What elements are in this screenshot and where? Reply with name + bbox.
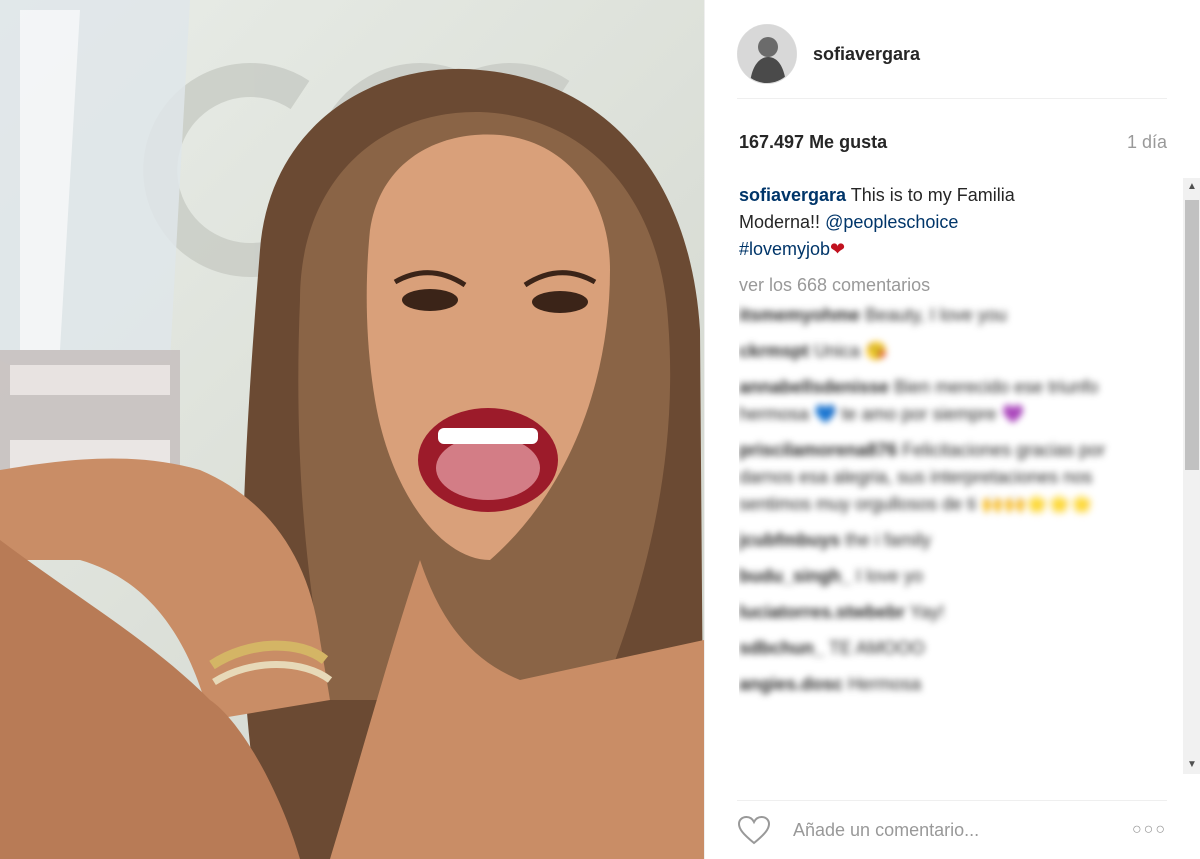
heart-emoji: ❤ [830,239,846,259]
list-item: priscilamorena876 Felicitaciones gracias… [739,437,1139,518]
view-all-comments-link[interactable]: ver los 668 comentarios [739,275,1185,296]
comment-username[interactable]: annabellsdenisse [739,377,889,397]
comment-text: I love yo [856,566,924,586]
comment-text: Hermosa [848,674,922,694]
post-time[interactable]: 1 día [1127,132,1167,153]
comment-footer: ○○○ [737,800,1167,859]
post-photo[interactable] [0,0,704,859]
comment-text: TE AMOOO [828,638,925,658]
list-item: itsmemyohme Beauty, I love you [739,302,1139,329]
comment-text: Yay! [909,602,945,622]
comment-text: Beauty, I love you [865,305,1007,325]
caption: sofiavergara This is to my Familia Moder… [739,182,1039,263]
comment-username[interactable]: luciatorres.stwbebr [739,602,905,622]
list-item: budu_singh_ I love yo [739,563,1139,590]
comments-scrollbar[interactable]: ▲ ▼ [1183,178,1200,774]
comment-username[interactable]: itsmemyohme [739,305,860,325]
scroll-up-arrow-icon[interactable]: ▲ [1183,178,1200,196]
comment-username[interactable]: jcubfmbuys [739,530,840,550]
more-options-icon[interactable]: ○○○ [1132,821,1167,839]
scroll-down-arrow-icon[interactable]: ▼ [1183,756,1200,774]
post-details-panel: sofiavergara 167.497 Me gusta 1 día sofi… [704,0,1200,859]
likes-count[interactable]: 167.497 Me gusta [739,132,887,153]
mention-link[interactable]: @peopleschoice [825,212,958,232]
avatar[interactable] [737,24,797,84]
list-item: ckrmspt Unica 😘 [739,338,1139,365]
add-comment-input[interactable] [791,818,1125,842]
comment-username[interactable]: priscilamorena876 [739,440,897,460]
photo-illustration [0,0,704,859]
comment-text: the i family [845,530,932,550]
scrollbar-thumb[interactable] [1185,200,1199,470]
list-item: annabellsdenisse Bien merecido ese triun… [739,374,1139,428]
comments-section: sofiavergara This is to my Familia Moder… [739,182,1185,772]
comment-username[interactable]: sdbchun_ [739,638,824,658]
post-header: sofiavergara [737,10,1167,99]
header-username-link[interactable]: sofiavergara [813,44,920,65]
list-item: luciatorres.stwbebr Yay! [739,599,1139,626]
comment-username[interactable]: angies.dosc [739,674,843,694]
caption-username-link[interactable]: sofiavergara [739,185,846,205]
comment-username[interactable]: budu_singh_ [739,566,851,586]
comment-list: itsmemyohme Beauty, I love you ckrmspt U… [739,302,1185,698]
hashtag-link[interactable]: #lovemyjob [739,239,830,259]
comment-username[interactable]: ckrmspt [739,341,809,361]
list-item: angies.dosc Hermosa [739,671,1139,698]
comment-text: Unica 😘 [814,341,888,361]
list-item: sdbchun_ TE AMOOO [739,635,1139,662]
list-item: jcubfmbuys the i family [739,527,1139,554]
heart-outline-icon[interactable] [737,815,771,845]
likes-row: 167.497 Me gusta 1 día [739,128,1167,156]
